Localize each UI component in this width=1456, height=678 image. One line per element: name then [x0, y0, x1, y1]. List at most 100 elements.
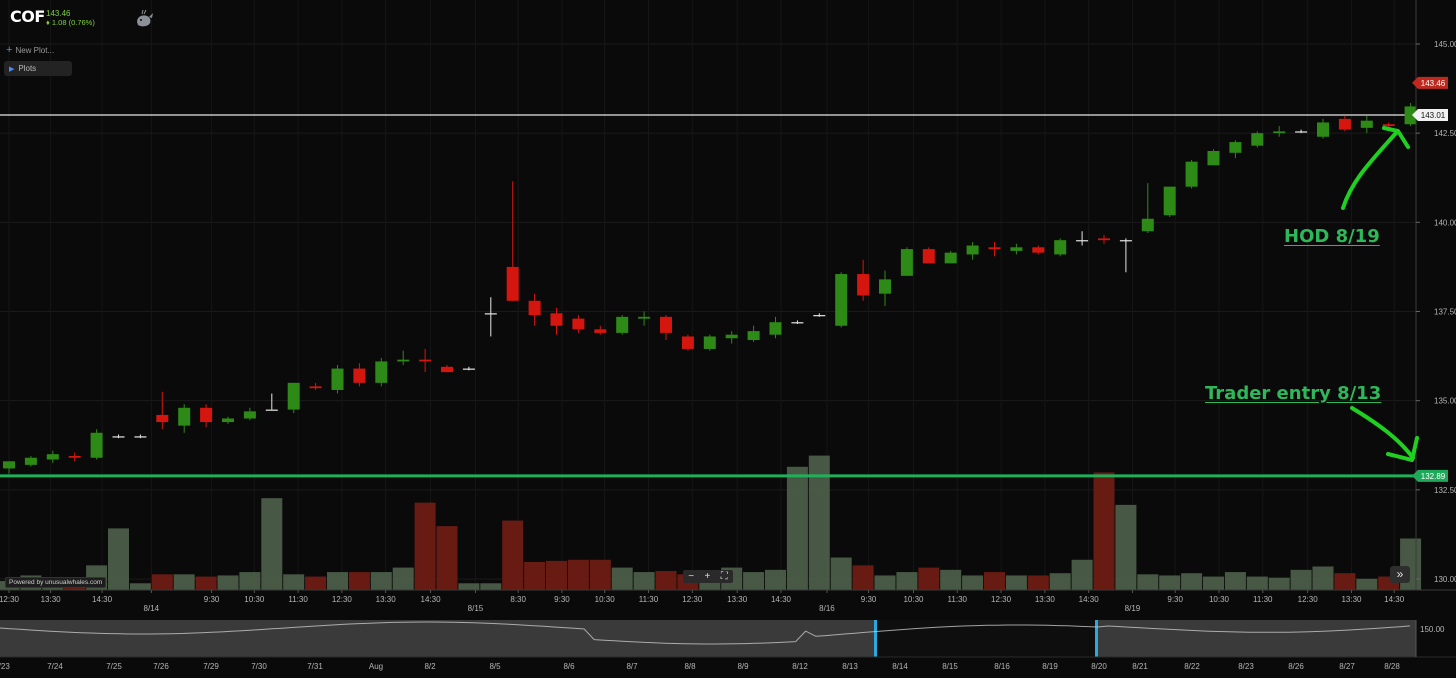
candle-body: [3, 461, 15, 469]
volume-bar: [1049, 573, 1071, 590]
candle-body: [1054, 240, 1067, 255]
candle-body: [243, 411, 256, 419]
navigator-handle-right: [1095, 620, 1098, 657]
x-tick-label: 9:30: [204, 595, 220, 604]
candle-body: [506, 266, 519, 301]
navigator-date-label: 7/31: [307, 662, 323, 671]
x-tick-label: 8:30: [510, 595, 526, 604]
candle-body: [134, 436, 147, 438]
candle-body: [1251, 133, 1264, 146]
plots-dropdown[interactable]: ▶ Plots: [4, 61, 72, 76]
candle-body: [725, 334, 738, 339]
candle-body: [441, 366, 453, 373]
trader-entry-annotation: Trader entry 8/13: [1205, 383, 1382, 404]
volume-bar: [1071, 559, 1093, 590]
new-plot-button[interactable]: + New Plot...: [6, 44, 54, 56]
volume-bar: [1312, 566, 1334, 590]
scroll-forward-button[interactable]: »: [1390, 566, 1410, 583]
navigator-date-label: 8/16: [994, 662, 1010, 671]
volume-bar: [743, 572, 765, 590]
navigator-date-label: 8/28: [1384, 662, 1400, 671]
candle-body: [835, 274, 848, 326]
volume-bar: [611, 567, 633, 590]
volume-bar: [589, 559, 611, 590]
volume-bar: [940, 569, 962, 590]
candle-body: [1295, 131, 1308, 133]
candle-body: [550, 313, 563, 326]
volume-bar: [261, 498, 283, 590]
volume-bar: [436, 526, 458, 590]
volume-bar: [1268, 577, 1290, 590]
candle-body: [900, 249, 913, 276]
plus-icon: +: [6, 44, 13, 56]
volume-bar: [283, 574, 305, 590]
zoom-out-button[interactable]: −: [688, 570, 694, 583]
candle-body: [988, 247, 1001, 250]
x-tick-label: 13:30: [1035, 595, 1056, 604]
price-badge-label: 143.46: [1421, 79, 1446, 88]
volume-bar: [305, 576, 327, 590]
candle-body: [112, 436, 125, 438]
candle-body: [1317, 122, 1329, 137]
last-price: 143.46: [46, 9, 71, 18]
volume-bar: [108, 528, 129, 590]
y-tick-label: 145.00: [1434, 40, 1456, 49]
navigator-date-label: 8/2: [424, 662, 436, 671]
candle-body: [178, 407, 191, 426]
navigator-date-label: 8/22: [1184, 662, 1200, 671]
volume-bar: [655, 570, 677, 590]
volume-bar: [786, 466, 808, 590]
x-tick-label: 13:30: [376, 595, 397, 604]
candle-body: [813, 315, 826, 317]
navigator-date-label: 8/26: [1288, 662, 1304, 671]
candle-body: [1229, 142, 1242, 153]
navigator-date-label: 8/5: [489, 662, 501, 671]
volume-bar: [830, 557, 852, 590]
navigator-date-label: 8/20: [1091, 662, 1107, 671]
x-tick-label: 13:30: [727, 595, 748, 604]
volume-bar: [546, 560, 567, 590]
volume-bar: [567, 559, 589, 590]
powered-by-badge[interactable]: Powered by unusualwhales.com: [5, 577, 107, 588]
candle-body: [46, 454, 59, 460]
candle-body: [1163, 186, 1176, 216]
x-tick-label: 8/14: [144, 604, 160, 613]
navigator-date-label: 8/6: [563, 662, 575, 671]
candle-body: [462, 368, 475, 370]
navigator-date-label: 8/23: [1238, 662, 1254, 671]
volume-bar: [874, 575, 896, 590]
candle-body: [1010, 247, 1023, 251]
candle-body: [222, 418, 234, 423]
volume-bar: [1356, 578, 1378, 590]
volume-bar: [1027, 575, 1049, 590]
candle-body: [616, 316, 629, 333]
zoom-in-button[interactable]: +: [705, 570, 711, 583]
navigator-y-tick: 150.00: [1420, 625, 1445, 634]
candle-body: [1273, 131, 1286, 134]
navigator-date-label: 8/15: [942, 662, 958, 671]
candle-body: [681, 336, 694, 349]
volume-bar: [896, 572, 918, 590]
x-tick-label: 8/16: [819, 604, 835, 613]
hod-annotation: HOD 8/19: [1284, 226, 1380, 247]
volume-bar: [1290, 569, 1312, 590]
candle-body: [265, 409, 278, 411]
candle-body: [287, 382, 300, 410]
fit-screen-button[interactable]: ⛶: [721, 570, 728, 583]
x-tick-label: 9:30: [1167, 595, 1183, 604]
x-tick-label: 14:30: [92, 595, 113, 604]
navigator-date-label: 8/13: [842, 662, 858, 671]
navigator-date-label: 8/27: [1339, 662, 1355, 671]
x-tick-label: 14:30: [421, 595, 442, 604]
price-badge-label: 143.01: [1421, 111, 1446, 120]
candle-body: [1207, 151, 1220, 166]
volume-bar: [129, 583, 151, 590]
volume-bar: [1115, 504, 1137, 590]
navigator-date-label: 7/29: [203, 662, 219, 671]
candle-body: [375, 361, 388, 383]
candle-body: [484, 313, 497, 315]
x-tick-label: 9:30: [554, 595, 570, 604]
candle-body: [353, 368, 366, 383]
candle-body: [200, 407, 213, 423]
x-tick-label: 14:30: [1079, 595, 1100, 604]
